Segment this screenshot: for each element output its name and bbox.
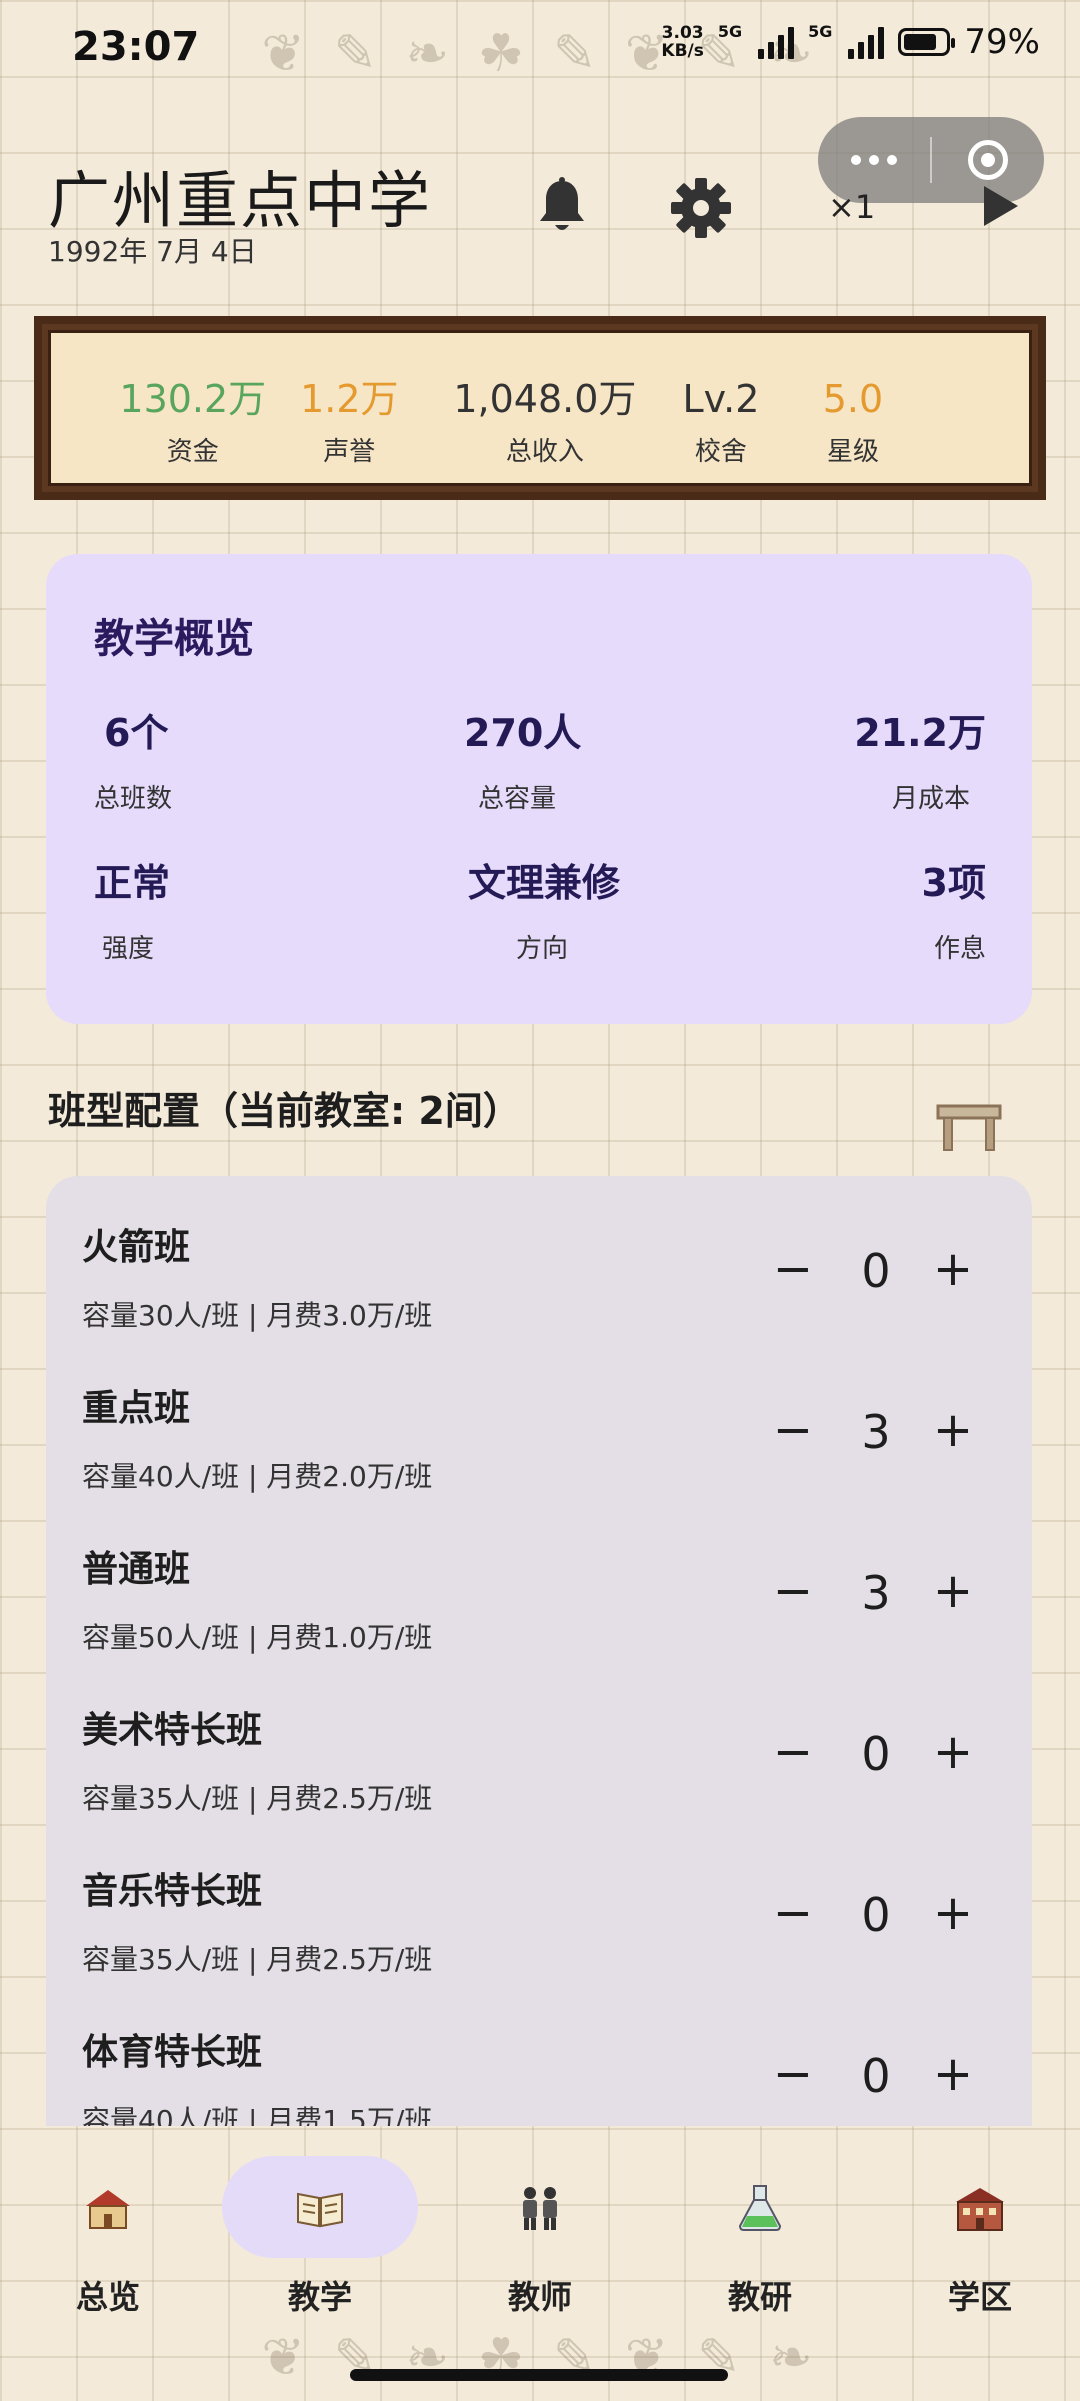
battery-percent: 79% xyxy=(964,22,1040,62)
gear-icon xyxy=(671,178,731,238)
total-capacity-value: 270人 xyxy=(464,711,582,755)
increase-button[interactable]: + xyxy=(926,1242,980,1296)
settings-button[interactable] xyxy=(668,175,734,241)
nav-tab-teaching[interactable]: 教学 xyxy=(212,2126,428,2326)
classroom-desk-icon xyxy=(936,1104,1002,1151)
class-row: 体育特长班 容量40人/班 | 月费1.5万/班 − 0 + xyxy=(46,1981,1032,2126)
schedule-value: 3项 xyxy=(921,861,986,905)
monthly-cost-label: 月成本 xyxy=(891,784,970,814)
class-name: 火箭班 xyxy=(82,1227,191,1268)
battery-icon xyxy=(898,28,956,56)
total-capacity-label: 总容量 xyxy=(478,784,557,814)
campus-building-icon xyxy=(956,2188,1004,2231)
class-info: 容量35人/班 | 月费2.5万/班 xyxy=(82,1943,433,1976)
network-speed: 3.03 KB/s xyxy=(661,23,704,61)
play-icon[interactable] xyxy=(984,186,1018,226)
class-quantity: 3 xyxy=(861,1405,891,1459)
more-dots-icon xyxy=(851,155,897,165)
class-row: 火箭班 容量30人/班 | 月费3.0万/班 − 0 + xyxy=(46,1176,1032,1337)
target-icon xyxy=(968,140,1008,180)
bottom-ornament-strip: ❦ ✎ ❧ ☘ ✎ ❦ ✎ ❧ xyxy=(261,2328,819,2388)
decrease-button[interactable]: − xyxy=(766,1403,820,1457)
class-quantity: 0 xyxy=(861,1244,891,1298)
teaching-overview-card: 教学概览 6个 总班数 270人 总容量 21.2万 月成本 正常 强度 文理兼… xyxy=(46,554,1032,1024)
increase-button[interactable]: + xyxy=(926,2047,980,2101)
status-indicators: 3.03 KB/s 5G 5G 79% xyxy=(661,22,1040,62)
nav-tab-district[interactable]: 学区 xyxy=(872,2126,1080,2326)
nav-tab-overview[interactable]: 总览 xyxy=(0,2126,216,2326)
class-info: 容量40人/班 | 月费1.5万/班 xyxy=(82,2104,433,2126)
decrease-button[interactable]: − xyxy=(766,1725,820,1779)
class-info: 容量35人/班 | 月费2.5万/班 xyxy=(82,1782,433,1815)
signal-icon xyxy=(758,25,795,59)
nav-tab-teachers[interactable]: 教师 xyxy=(432,2126,648,2326)
stat-total-income: 1,048.0万 总收入 xyxy=(453,377,637,467)
home-indicator xyxy=(350,2369,728,2381)
class-quantity: 0 xyxy=(861,1727,891,1781)
school-name: 广州重点中学 xyxy=(48,164,433,237)
intensity-label: 强度 xyxy=(102,934,155,964)
decrease-button[interactable]: − xyxy=(766,1564,820,1618)
class-info: 容量40人/班 | 月费2.0万/班 xyxy=(82,1460,433,1493)
class-info: 容量50人/班 | 月费1.0万/班 xyxy=(82,1621,433,1654)
monthly-cost-value: 21.2万 xyxy=(854,711,986,755)
class-config-card: 火箭班 容量30人/班 | 月费3.0万/班 − 0 + 重点班 容量40人/班… xyxy=(46,1176,1032,2126)
school-house-icon xyxy=(86,2190,130,2229)
notification-button[interactable] xyxy=(530,175,594,239)
teachers-icon xyxy=(523,2187,557,2230)
class-name: 体育特长班 xyxy=(82,2032,263,2073)
increase-button[interactable]: + xyxy=(926,1886,980,1940)
increase-button[interactable]: + xyxy=(926,1564,980,1618)
stat-star-rating: 5.0 星级 xyxy=(822,377,884,467)
game-date: 1992年 7月 4日 xyxy=(48,235,257,268)
desk-icon[interactable] xyxy=(936,1100,1002,1152)
class-row: 重点班 容量40人/班 | 月费2.0万/班 − 3 + xyxy=(46,1337,1032,1498)
sim2-label: 5G xyxy=(808,22,833,41)
status-time: 23:07 xyxy=(72,24,200,70)
class-name: 普通班 xyxy=(82,1549,191,1590)
class-name: 重点班 xyxy=(82,1388,191,1429)
nav-tab-research[interactable]: 教研 xyxy=(652,2126,868,2326)
stat-reputation: 1.2万 声誉 xyxy=(300,377,399,467)
increase-button[interactable]: + xyxy=(926,1725,980,1779)
class-name: 音乐特长班 xyxy=(82,1871,263,1912)
signal-icon xyxy=(848,25,885,59)
stat-funds: 130.2万 资金 xyxy=(119,377,267,467)
sim1-label: 5G xyxy=(717,22,743,41)
increase-button[interactable]: + xyxy=(926,1403,980,1457)
open-book-icon xyxy=(297,2192,343,2228)
stat-building-level: Lv.2 校舍 xyxy=(682,377,760,467)
flask-icon xyxy=(738,2185,782,2231)
class-row: 美术特长班 容量35人/班 | 月费2.5万/班 − 0 + xyxy=(46,1659,1032,1820)
class-row: 普通班 容量50人/班 | 月费1.0万/班 − 3 + xyxy=(46,1498,1032,1659)
bottom-navigation: 总览 教学 教师 教研 学区 xyxy=(0,2126,1080,2326)
decrease-button[interactable]: − xyxy=(766,1886,820,1940)
class-quantity: 3 xyxy=(861,1566,891,1620)
resource-stats-board: 130.2万 资金 1.2万 声誉 1,048.0万 总收入 Lv.2 校舍 5… xyxy=(34,316,1046,500)
bell-icon xyxy=(540,177,584,230)
game-speed-label[interactable]: ×1 xyxy=(828,188,875,226)
decrease-button[interactable]: − xyxy=(766,2047,820,2101)
decrease-button[interactable]: − xyxy=(766,1242,820,1296)
direction-value: 文理兼修 xyxy=(468,861,621,905)
class-info: 容量30人/班 | 月费3.0万/班 xyxy=(82,1299,433,1332)
class-row: 音乐特长班 容量35人/班 | 月费2.5万/班 − 0 + xyxy=(46,1820,1032,1981)
total-classes-label: 总班数 xyxy=(94,784,173,814)
total-classes-value: 6个 xyxy=(104,711,169,755)
class-quantity: 0 xyxy=(861,2049,891,2103)
overview-title: 教学概览 xyxy=(94,616,254,662)
class-name: 美术特长班 xyxy=(82,1710,263,1751)
intensity-value: 正常 xyxy=(94,861,171,905)
class-quantity: 0 xyxy=(861,1888,891,1942)
class-config-title: 班型配置（当前教室: 2间） xyxy=(48,1089,521,1133)
direction-label: 方向 xyxy=(516,934,569,964)
schedule-label: 作息 xyxy=(933,934,986,964)
